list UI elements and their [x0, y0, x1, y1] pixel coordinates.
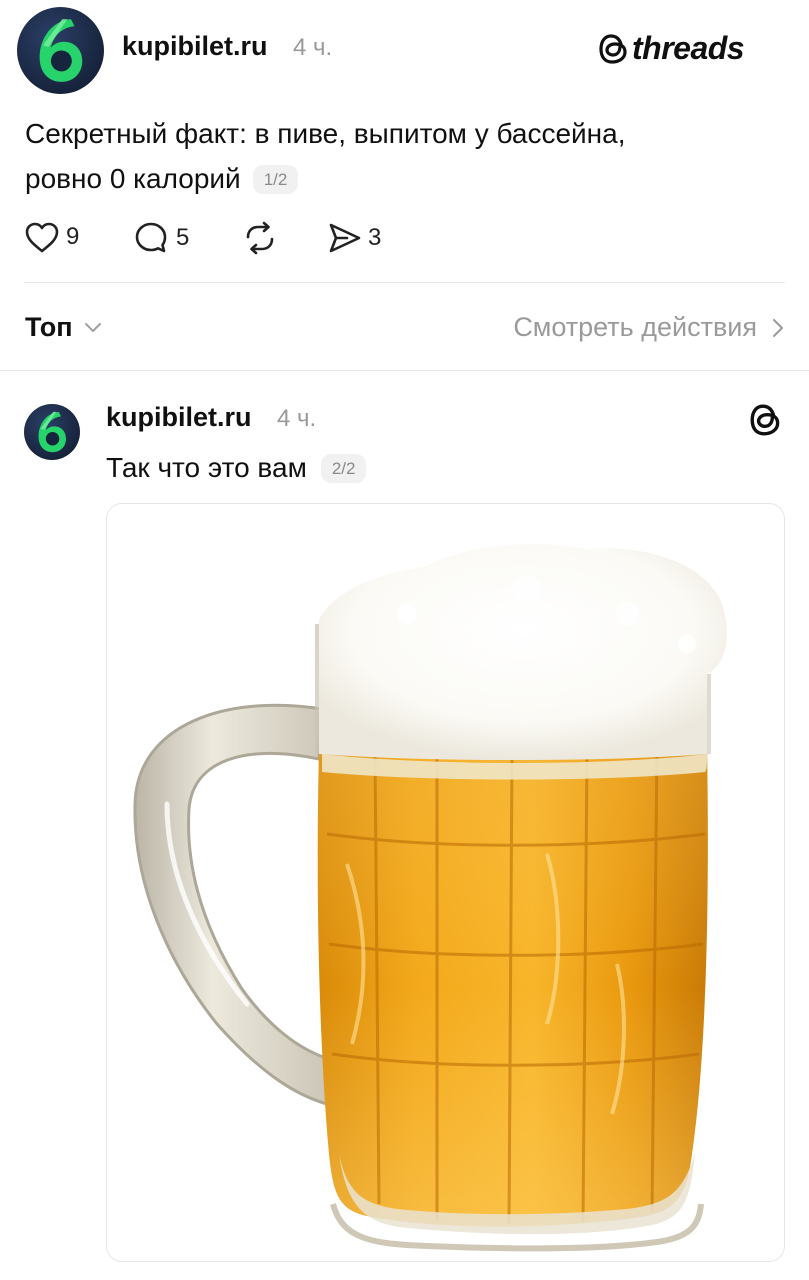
post-time: 4 ч.: [277, 405, 317, 432]
avatar-kupibilet[interactable]: [17, 7, 104, 94]
kupibilet-logo-icon: [38, 411, 66, 453]
sort-dropdown[interactable]: Топ: [25, 312, 103, 343]
threads-logo-icon: [750, 404, 780, 436]
post-text-line: Секретный факт: в пиве, выпитом у бассей…: [25, 118, 626, 149]
post-text: Так что это вам: [106, 452, 307, 483]
post-username[interactable]: kupibilet.ru: [122, 31, 268, 62]
post-text-row: Так что это вам 2/2: [106, 452, 367, 484]
avatar-kupibilet[interactable]: [24, 404, 80, 460]
divider: [24, 282, 785, 283]
post-time: 4 ч.: [293, 34, 333, 61]
view-activity-link[interactable]: Смотреть действия: [513, 312, 785, 343]
send-icon: [329, 223, 361, 253]
threads-brand[interactable]: threads: [598, 30, 745, 67]
threads-logo-button[interactable]: [749, 402, 783, 443]
threads-logo-icon: [599, 33, 627, 64]
section-divider: [0, 370, 809, 371]
repost-button[interactable]: [242, 220, 278, 256]
sort-label: Топ: [25, 312, 73, 342]
post-image[interactable]: [106, 503, 785, 1262]
thread-counter: 2/2: [320, 453, 367, 483]
post-text-line-2: ровно 0 калорий 1/2: [25, 163, 299, 195]
like-count: 9: [66, 223, 80, 250]
comment-button[interactable]: 5: [133, 220, 189, 256]
share-button[interactable]: 3: [327, 220, 381, 256]
threads-wordmark: threads: [632, 30, 745, 66]
beer-mug-image: [133, 544, 727, 1252]
chevron-right-icon: [773, 318, 783, 337]
post-username[interactable]: kupibilet.ru: [106, 402, 252, 433]
post-text-line: ровно 0 калорий: [25, 163, 241, 194]
chevron-down-icon: [84, 322, 101, 332]
view-activity-label: Смотреть действия: [513, 312, 757, 342]
share-count: 3: [368, 224, 382, 251]
comment-count: 5: [176, 224, 190, 251]
repost-icon: [246, 221, 274, 255]
heart-icon: [25, 222, 59, 253]
thread-counter: 1/2: [252, 164, 299, 194]
kupibilet-logo-icon: [39, 19, 83, 82]
comment-icon: [135, 222, 167, 253]
like-button[interactable]: 9: [24, 221, 79, 253]
